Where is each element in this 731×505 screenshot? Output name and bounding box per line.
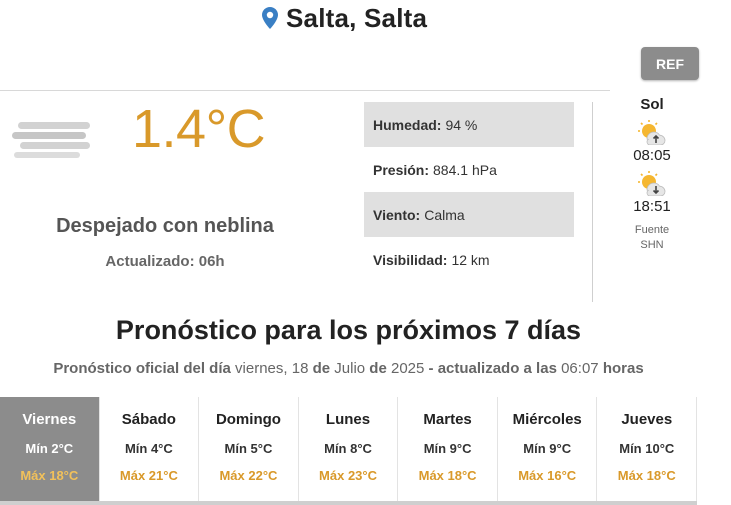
weather-description: Despejado con neblina <box>56 215 274 237</box>
day-tab-lunes[interactable]: Lunes Mín 8°C Máx 23°C <box>298 397 399 501</box>
day-min: Mín 4°C <box>124 441 173 456</box>
day-name: Miércoles <box>512 411 582 428</box>
day-max: Máx 18°C <box>418 468 477 483</box>
forecast-subtitle: Pronóstico oficial del día viernes, 18 d… <box>0 360 697 377</box>
detail-value: Calma <box>424 206 465 223</box>
day-tab-martes[interactable]: Martes Mín 9°C Máx 18°C <box>398 397 498 501</box>
day-max: Máx 16°C <box>518 468 577 483</box>
day-min: Mín 9°C <box>523 441 572 456</box>
day-min: Mín 9°C <box>423 441 472 456</box>
detail-label: Humedad: <box>373 116 442 133</box>
subtitle-part: horas <box>602 360 644 377</box>
subtitle-part: - actualizado a las <box>428 360 557 377</box>
location-pin-icon <box>262 7 278 29</box>
day-tab-jueves[interactable]: Jueves Mín 10°C Máx 18°C <box>597 397 698 501</box>
detail-value: 884.1 hPa <box>433 161 497 178</box>
day-max: Máx 18°C <box>617 468 676 483</box>
day-tab-viernes[interactable]: Viernes Mín 2°C Máx 18°C <box>0 397 100 501</box>
day-tab-domingo[interactable]: Domingo Mín 5°C Máx 22°C <box>199 397 299 501</box>
day-max: Máx 21°C <box>119 468 178 483</box>
subtitle-year: 2025 <box>390 360 425 377</box>
sunset-time: 18:51 <box>633 198 671 215</box>
detail-label: Visibilidad: <box>373 251 448 268</box>
day-name: Sábado <box>121 411 176 428</box>
day-min: Mín 10°C <box>619 441 675 456</box>
weather-details: Humedad: 94 % Presión: 884.1 hPa Viento:… <box>364 102 574 282</box>
detail-label: Viento: <box>373 206 421 223</box>
header-divider <box>0 90 610 91</box>
subtitle-part: de <box>369 360 387 377</box>
detail-row-visibility: Visibilidad: 12 km <box>364 237 574 282</box>
day-max: Máx 22°C <box>219 468 278 483</box>
day-max: Máx 18°C <box>20 468 79 483</box>
ref-button[interactable]: REF <box>641 47 699 80</box>
subtitle-time: 06:07 <box>561 360 599 377</box>
day-tab-miercoles[interactable]: Miércoles Mín 9°C Máx 16°C <box>497 397 598 501</box>
day-name: Domingo <box>215 411 281 428</box>
day-max: Máx 23°C <box>319 468 377 483</box>
sunrise-icon <box>638 120 666 145</box>
day-min: Mín 5°C <box>224 441 273 456</box>
day-name: Viernes <box>22 411 77 428</box>
subtitle-part: Pronóstico oficial del día <box>53 360 231 377</box>
source-label: Fuente <box>634 224 670 236</box>
updated-time: Actualizado: 06h <box>105 253 225 270</box>
day-name: Lunes <box>325 411 371 428</box>
location-title: Salta, Salta <box>286 2 428 33</box>
fog-icon <box>12 122 90 158</box>
forecast-days: Viernes Mín 2°C Máx 18°C Sábado Mín 4°C … <box>0 397 698 505</box>
sunset-icon <box>638 171 666 196</box>
vertical-divider <box>592 102 593 302</box>
day-min: Mín 2°C <box>25 441 74 456</box>
location-header: Salta, Salta <box>262 3 427 33</box>
detail-value: 94 % <box>445 116 478 133</box>
detail-row-humidity: Humedad: 94 % <box>364 102 574 147</box>
forecast-title: Pronóstico para los próximos 7 días <box>115 315 582 345</box>
day-name: Martes <box>423 411 472 428</box>
current-temperature: 1.4°C <box>132 99 266 159</box>
detail-label: Presión: <box>373 161 430 178</box>
subtitle-month: Julio <box>334 360 366 377</box>
day-tab-sabado[interactable]: Sábado Mín 4°C Máx 21°C <box>99 397 200 501</box>
sunrise-time: 08:05 <box>633 147 671 164</box>
subtitle-part: de <box>312 360 331 377</box>
day-min: Mín 8°C <box>324 441 372 456</box>
detail-value: 12 km <box>451 251 490 268</box>
subtitle-date: viernes, 18 <box>235 360 309 377</box>
day-name: Jueves <box>621 411 673 428</box>
detail-row-wind: Viento: Calma <box>364 192 574 237</box>
source-info: Fuente SHN <box>610 223 694 253</box>
sun-panel: Sol 08:05 18:51 Fuente SHN <box>610 96 694 253</box>
sun-title: Sol <box>640 96 664 113</box>
detail-row-pressure: Presión: 884.1 hPa <box>364 147 574 192</box>
source-name: SHN <box>640 239 664 251</box>
